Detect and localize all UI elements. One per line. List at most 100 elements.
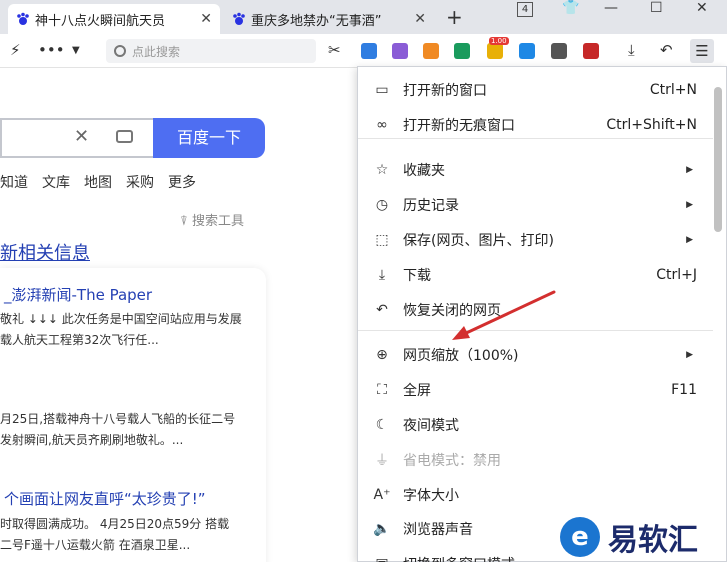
nav-zhidao[interactable]: 知道 [0, 172, 28, 192]
more-dots-icon[interactable]: ••• [38, 41, 65, 59]
menu-item-label: 下载 [403, 268, 431, 284]
menu-item-label: 夜间模式 [403, 418, 459, 434]
menu-item-shortcut: F11 [671, 382, 697, 398]
speaker-icon: 🔈 [373, 521, 391, 537]
new-tab-button[interactable]: + [446, 5, 463, 29]
submenu-arrow-icon: ▶ [686, 165, 693, 175]
fullscreen-icon: ⛶ [377, 382, 387, 398]
menu-item-label: 打开新的无痕窗口 [403, 118, 515, 134]
ublock-ext-icon[interactable] [551, 43, 567, 59]
nav-more[interactable]: 更多 [168, 172, 196, 192]
menu-item[interactable]: ∞ 打开新的无痕窗口 Ctrl+Shift+N [358, 108, 713, 142]
search-icon [114, 45, 126, 57]
camera-icon[interactable] [116, 130, 133, 143]
chevron-down-icon[interactable]: ▼ [72, 45, 80, 56]
menu-item-shortcut: Ctrl+Shift+N [606, 117, 697, 133]
moon-icon: ☾ [375, 417, 389, 433]
submenu-arrow-icon: ▶ [686, 235, 693, 245]
nav-map[interactable]: 地图 [84, 172, 112, 192]
menu-item-label: 打开新的窗口 [403, 83, 487, 99]
skin-icon[interactable]: 👕 [562, 0, 579, 16]
menu-item[interactable]: ☾ 夜间模式 [358, 408, 713, 442]
tab-count-badge[interactable]: 4 [517, 2, 533, 17]
game-ext-icon[interactable] [392, 43, 408, 59]
watermark-badge: e [560, 517, 600, 557]
menu-item[interactable]: ▭ 打开新的窗口 Ctrl+N [358, 73, 713, 107]
download-icon[interactable]: ⤓ [628, 41, 635, 59]
nav-wenku[interactable]: 文库 [42, 172, 70, 192]
reader-ext-icon[interactable] [519, 43, 535, 59]
scissors-icon[interactable]: ✂ [328, 41, 341, 59]
menu-item: ⏚ 省电模式：禁用 [358, 443, 713, 477]
translate-ext-icon[interactable] [361, 43, 377, 59]
video-ext-icon[interactable] [487, 43, 503, 59]
maximize-button[interactable]: ☐ [650, 0, 663, 16]
baidu-search-button[interactable]: 百度一下 [153, 118, 265, 158]
menu-scrollbar[interactable] [714, 87, 722, 232]
undo-icon: ↶ [376, 302, 388, 318]
tab-title: 重庆多地禁办“无事酒” [251, 13, 382, 29]
menu-item-label: 字体大小 [403, 488, 459, 504]
zoom-icon: ⊕ [376, 347, 388, 363]
search-tools-label: 搜索工具 [191, 214, 244, 229]
menu-item[interactable]: ⬚ 保存(网页、图片、打印) ▶ [358, 223, 713, 257]
menu-item[interactable]: ⊕ 网页缩放（100%) ▶ [358, 338, 713, 372]
lightning-icon[interactable]: ⚡ [10, 41, 21, 59]
search-input[interactable]: 点此搜索 [106, 39, 316, 63]
news-snippet: 载人航天工程第32次飞行任... [0, 333, 159, 347]
tab-strip: 神十八点火瞬间航天员 ✕ 重庆多地禁办“无事酒” ✕ + 4 👕 — ☐ ✕ [0, 0, 727, 34]
window-icon: ▭ [375, 82, 389, 98]
watermark-logo: e 易软汇 [560, 515, 698, 559]
close-window-button[interactable]: ✕ [696, 0, 708, 16]
news-snippet: 发射瞬间,航天员齐刷刷地敬礼。... [0, 433, 184, 447]
tab-inactive[interactable]: 重庆多地禁办“无事酒” ✕ [224, 4, 434, 34]
star-icon: ☆ [375, 162, 389, 178]
menu-item[interactable]: ⤓ 下载 Ctrl+J [358, 258, 713, 292]
annotation-arrow [452, 290, 556, 340]
back-icon[interactable]: ↶ [660, 41, 673, 59]
news-snippet: 时取得圆满成功。 4月25日20点59分 搭载 [0, 517, 230, 531]
main-menu-button[interactable]: ☰ [690, 39, 714, 63]
menu-item-label: 省电模式：禁用 [403, 453, 501, 469]
submenu-arrow-icon: ▶ [686, 200, 693, 210]
edge-ext-icon[interactable] [423, 43, 439, 59]
save-icon: ⬚ [375, 232, 389, 248]
news-snippet: 敬礼 ↓↓↓ 此次任务是中国空间站应用与发展 [0, 312, 242, 326]
tab-close-icon[interactable]: ✕ [414, 11, 426, 27]
baidu-paw-icon [233, 12, 245, 25]
apps-grid-icon[interactable] [583, 43, 599, 59]
menu-item-shortcut: Ctrl+J [656, 267, 697, 283]
search-category-nav: 知道 文库 地图 采购 更多 [0, 172, 210, 192]
menu-separator [358, 138, 713, 139]
menu-item[interactable]: ☆ 收藏夹 ▶ [358, 153, 713, 187]
news-snippet: 月25日,搭载神舟十八号载人飞船的长征二号 [0, 412, 236, 426]
menu-item-label: 保存(网页、图片、打印) [403, 233, 554, 249]
plug-icon: ⏚ [375, 453, 389, 469]
news-title[interactable]: _澎湃新闻-The Paper [4, 284, 152, 305]
tab-close-icon[interactable]: ✕ [200, 11, 212, 27]
menu-item-shortcut: Ctrl+N [649, 82, 697, 98]
puzzle-ext-icon[interactable] [454, 43, 470, 59]
menu-item-label: 网页缩放（100%) [403, 348, 519, 364]
menu-item[interactable]: ◷ 历史记录 ▶ [358, 188, 713, 222]
clear-icon[interactable]: ✕ [74, 126, 89, 147]
menu-item[interactable]: A⁺ 字体大小 [358, 478, 713, 512]
extension-badge: 1.00 [489, 37, 509, 45]
baidu-paw-icon [17, 12, 29, 25]
tab-title: 神十八点火瞬间航天员 [35, 13, 166, 29]
download-icon: ⤓ [378, 267, 386, 283]
nav-purchase[interactable]: 采购 [126, 172, 154, 192]
news-title[interactable]: 个画面让网友直呼“太珍贵了!” [4, 488, 206, 509]
search-placeholder: 点此搜索 [132, 44, 181, 59]
news-heading[interactable]: 新相关信息 [0, 239, 90, 265]
menu-item[interactable]: ⛶ 全屏 F11 [358, 373, 713, 407]
news-card: _澎湃新闻-The Paper 敬礼 ↓↓↓ 此次任务是中国空间站应用与发展 载… [0, 268, 266, 562]
submenu-arrow-icon: ▶ [686, 350, 693, 360]
minimize-button[interactable]: — [604, 0, 618, 16]
menu-item-label: 全屏 [403, 383, 431, 399]
search-tools-link[interactable]: ⍒ 搜索工具 [180, 210, 244, 229]
tab-active[interactable]: 神十八点火瞬间航天员 ✕ [8, 4, 220, 34]
switch-icon: ▣ [372, 556, 392, 562]
clock-icon: ◷ [375, 197, 389, 213]
incognito-icon: ∞ [376, 117, 388, 133]
